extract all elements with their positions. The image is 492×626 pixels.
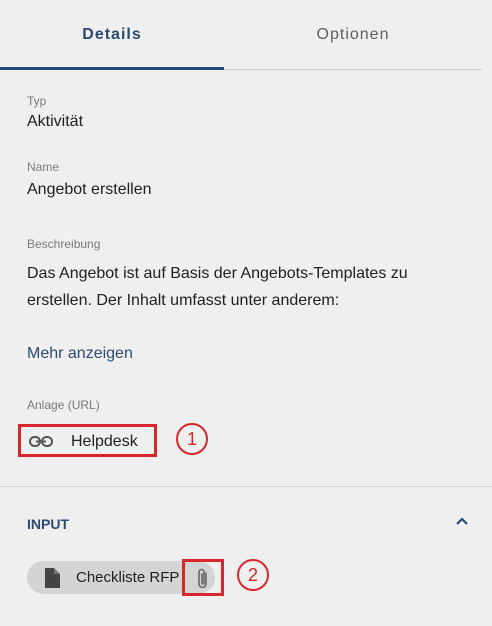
tab-optionen[interactable]: Optionen (241, 0, 465, 70)
typ-label: Typ (27, 94, 47, 108)
tab-details[interactable]: Details (0, 0, 224, 70)
checkliste-rfp-label: Checkliste RFP (76, 569, 180, 586)
link-icon (29, 436, 53, 447)
helpdesk-label: Helpdesk (71, 433, 138, 450)
beschreibung-text: Das Angebot ist auf Basis der Angebots-T… (27, 265, 408, 309)
attachment-button[interactable] (182, 559, 224, 596)
section-divider (0, 486, 492, 487)
typ-value: Aktivität (27, 113, 84, 130)
callout-2-badge: 2 (237, 559, 269, 591)
beschreibung-label: Beschreibung (27, 237, 101, 251)
callout-1-badge: 1 (176, 423, 208, 455)
name-label: Name (27, 160, 60, 174)
document-icon (45, 568, 60, 588)
helpdesk-url-link[interactable]: Helpdesk (18, 424, 157, 457)
mehr-anzeigen-link[interactable]: Mehr anzeigen (27, 345, 133, 363)
tab-bar: Details Optionen (0, 0, 482, 70)
active-tab-indicator (0, 67, 224, 70)
paperclip-icon (198, 568, 207, 589)
input-section-title: INPUT (27, 516, 69, 532)
chevron-up-icon[interactable] (453, 514, 471, 528)
name-value: Angebot erstellen (27, 181, 152, 198)
anlage-label: Anlage (URL) (27, 398, 100, 412)
